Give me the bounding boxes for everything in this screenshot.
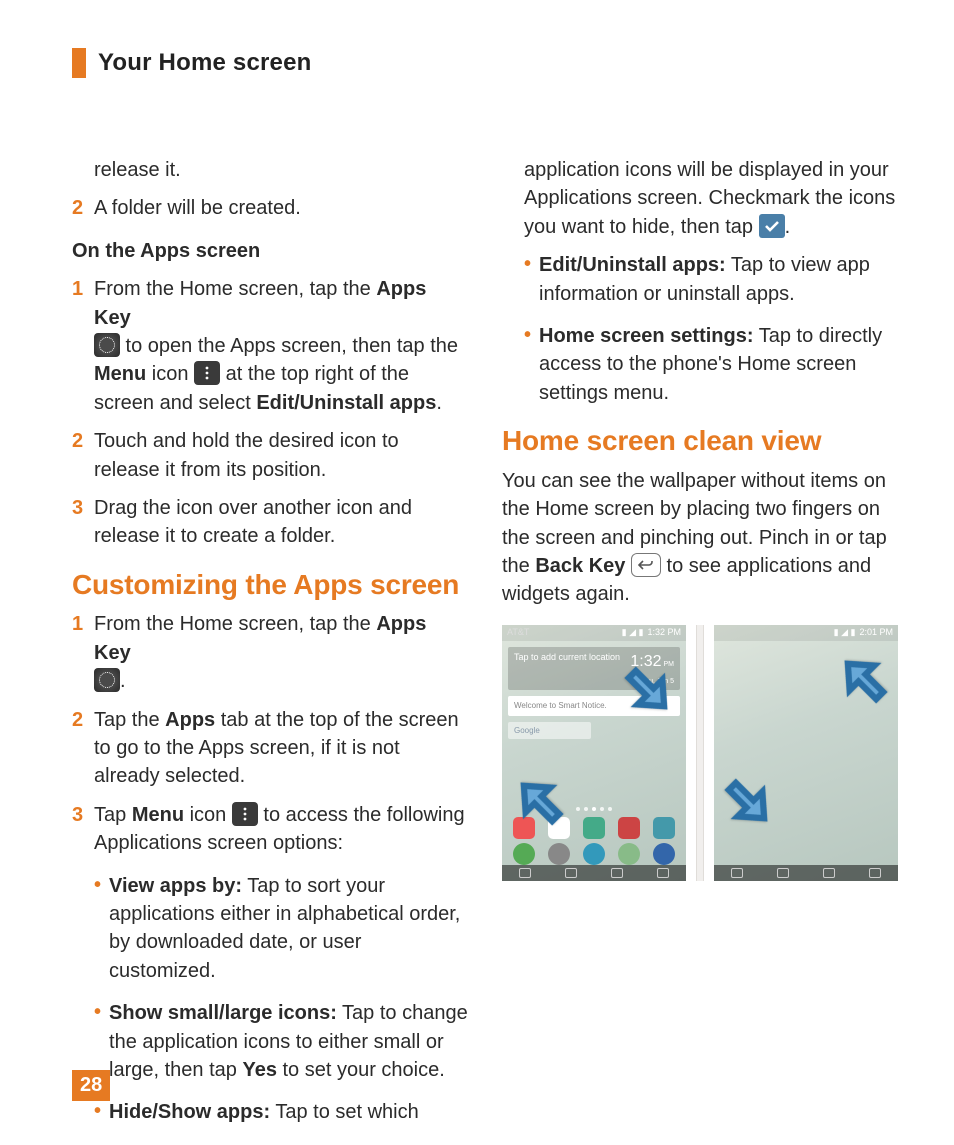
bullet-item: •Home screen settings: Tap to directly a… bbox=[524, 322, 898, 407]
header-accent-bar bbox=[72, 48, 86, 78]
bold-text: Yes bbox=[242, 1059, 276, 1081]
sub-heading: On the Apps screen bbox=[72, 237, 468, 265]
bold-text: Back Key bbox=[535, 555, 625, 577]
bold-text: Show small/large icons: bbox=[109, 1002, 337, 1024]
text-run: to set your choice. bbox=[277, 1059, 445, 1081]
step-text: Tap the Apps tab at the top of the scree… bbox=[94, 706, 468, 791]
bold-text: Apps bbox=[165, 709, 215, 731]
menu-icon bbox=[194, 361, 220, 385]
apps-key-icon bbox=[94, 668, 120, 692]
step-number: 3 bbox=[72, 801, 86, 858]
text-run: . bbox=[436, 392, 442, 414]
checkmark-icon bbox=[759, 214, 785, 238]
status-bar: ▮ ◢ ▮2:01 PM bbox=[714, 625, 898, 641]
bullet-text: View apps by: Tap to sort your applicati… bbox=[109, 872, 468, 986]
bold-text: Menu bbox=[94, 363, 146, 385]
text-run: From the Home screen, tap the bbox=[94, 278, 376, 300]
phone-home-screenshot: AT&T ▮ ◢ ▮1:32 PM Tap to add current loc… bbox=[502, 625, 686, 881]
status-right: ▮ ◢ ▮2:01 PM bbox=[834, 626, 893, 639]
text-run: icon bbox=[146, 363, 194, 385]
status-bar: AT&T ▮ ◢ ▮1:32 PM bbox=[502, 625, 686, 641]
step-text: From the Home screen, tap the Apps Key . bbox=[94, 610, 468, 695]
phone-clean-view-screenshot: ▮ ◢ ▮2:01 PM bbox=[714, 625, 898, 881]
bullet-item: •Edit/Uninstall apps: Tap to view app in… bbox=[524, 251, 898, 308]
continued-line: release it. bbox=[94, 156, 468, 184]
page-number: 28 bbox=[72, 1070, 110, 1101]
continued-paragraph: application icons will be displayed in y… bbox=[524, 156, 898, 241]
paragraph: You can see the wallpaper without items … bbox=[502, 467, 898, 609]
status-icons: ▮ ◢ ▮ bbox=[834, 626, 856, 639]
list-item: 2 Tap the Apps tab at the top of the scr… bbox=[72, 706, 468, 791]
apps-key-icon bbox=[94, 333, 120, 357]
step-text: Touch and hold the desired icon to relea… bbox=[94, 427, 468, 484]
bold-text: Hide/Show apps: bbox=[109, 1101, 270, 1123]
back-key-icon bbox=[631, 553, 661, 577]
text-run: From the Home screen, tap the bbox=[94, 613, 376, 635]
bullet-dot: • bbox=[94, 872, 101, 986]
bullet-text: Home screen settings: Tap to directly ac… bbox=[539, 322, 898, 407]
section-heading: Home screen clean view bbox=[502, 421, 898, 461]
text-run: icon bbox=[184, 804, 232, 826]
gesture-screenshot-figure: AT&T ▮ ◢ ▮1:32 PM Tap to add current loc… bbox=[502, 625, 898, 881]
text-run: to open the Apps screen, then tap the bbox=[120, 335, 458, 357]
bullet-dot: • bbox=[524, 251, 531, 308]
bullet-text: Edit/Uninstall apps: Tap to view app inf… bbox=[539, 251, 898, 308]
step-text: A folder will be created. bbox=[94, 194, 468, 222]
step-number: 3 bbox=[72, 494, 86, 551]
page-header: Your Home screen bbox=[72, 48, 898, 78]
weather-text: Tap to add current location bbox=[514, 651, 620, 687]
step-text: Tap Menu icon to access the following Ap… bbox=[94, 801, 468, 858]
step-text: Drag the icon over another icon and rele… bbox=[94, 494, 468, 551]
list-item: 3Drag the icon over another icon and rel… bbox=[72, 494, 468, 551]
google-search-widget: Google bbox=[508, 722, 591, 739]
list-item: 2Touch and hold the desired icon to rele… bbox=[72, 427, 468, 484]
bullet-item: • Hide/Show apps: Tap to set which bbox=[94, 1098, 468, 1126]
step-number: 2 bbox=[72, 706, 86, 791]
bullet-item: •View apps by: Tap to sort your applicat… bbox=[94, 872, 468, 986]
two-column-layout: release it. 2 A folder will be created. O… bbox=[72, 156, 898, 1141]
pinch-in-arrow-icon bbox=[820, 642, 898, 727]
status-time: 1:32 PM bbox=[647, 626, 681, 639]
text-run: Tap to set which bbox=[270, 1101, 419, 1123]
right-column: application icons will be displayed in y… bbox=[502, 156, 898, 1141]
text-run: . bbox=[785, 216, 791, 238]
text-run: Tap the bbox=[94, 709, 165, 731]
bullet-item: •Show small/large icons: Tap to change t… bbox=[94, 999, 468, 1084]
text-run: . bbox=[120, 670, 126, 692]
left-column: release it. 2 A folder will be created. O… bbox=[72, 156, 468, 1141]
list-item: 1 From the Home screen, tap the Apps Key… bbox=[72, 275, 468, 417]
nav-bar bbox=[714, 865, 898, 881]
status-right: ▮ ◢ ▮1:32 PM bbox=[622, 626, 681, 639]
page-title: Your Home screen bbox=[98, 49, 312, 77]
bullet-text: Show small/large icons: Tap to change th… bbox=[109, 999, 468, 1084]
text-run: application icons will be displayed in y… bbox=[524, 159, 895, 238]
carrier-label: AT&T bbox=[507, 626, 529, 639]
section-heading: Customizing the Apps screen bbox=[72, 565, 468, 605]
step-number: 1 bbox=[72, 275, 86, 417]
bold-text: View apps by: bbox=[109, 875, 242, 897]
list-item: 3 Tap Menu icon to access the following … bbox=[72, 801, 468, 858]
bold-text: Edit/Uninstall apps: bbox=[539, 254, 726, 276]
bold-text: Home screen settings: bbox=[539, 325, 754, 347]
status-icons: ▮ ◢ ▮ bbox=[622, 626, 644, 639]
list-item: 2 A folder will be created. bbox=[72, 194, 468, 222]
bullet-dot: • bbox=[524, 322, 531, 407]
step-number: 2 bbox=[72, 427, 86, 484]
step-number: 1 bbox=[72, 610, 86, 695]
menu-icon bbox=[232, 802, 258, 826]
bullet-dot: • bbox=[94, 1098, 101, 1126]
bold-text: Menu bbox=[132, 804, 184, 826]
step-text: From the Home screen, tap the Apps Key t… bbox=[94, 275, 468, 417]
figure-divider bbox=[696, 625, 704, 881]
status-time: 2:01 PM bbox=[859, 626, 893, 639]
text-run: Tap bbox=[94, 804, 132, 826]
bullet-text: Hide/Show apps: Tap to set which bbox=[109, 1098, 468, 1126]
dock bbox=[502, 843, 686, 865]
pinch-in-arrow-icon bbox=[714, 754, 792, 839]
bold-text: Edit/Uninstall apps bbox=[256, 392, 436, 414]
step-number: 2 bbox=[72, 194, 86, 222]
list-item: 1 From the Home screen, tap the Apps Key… bbox=[72, 610, 468, 695]
nav-bar bbox=[502, 865, 686, 881]
